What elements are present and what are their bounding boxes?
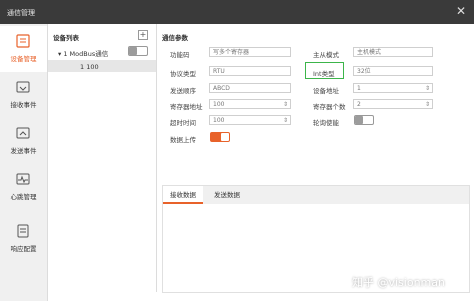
sidebar-item-send-event[interactable]: 发送事件 xyxy=(0,118,47,164)
sidebar-item-response-config[interactable]: 响应配置 xyxy=(0,216,47,262)
sidebar-item-label: 接收事件 xyxy=(10,101,37,109)
field-value: 主机模式 xyxy=(357,49,382,56)
send-event-icon xyxy=(16,127,30,139)
comm-params-panel: 通信参数 功能码 写多个寄存器 协议类型 RTU 发送顺序 ABCD 寄存器地址… xyxy=(157,24,474,184)
title-bar: 通信管理 ✕ xyxy=(0,0,474,24)
tree-item-label: 1 100 xyxy=(80,63,99,71)
polling-enable-toggle[interactable] xyxy=(354,115,374,125)
sidebar: 设备管理 接收事件 发送事件 心跳管理 响应配置 xyxy=(0,24,48,301)
sidebar-item-device-manage[interactable]: 设备管理 xyxy=(0,26,47,72)
close-icon[interactable]: ✕ xyxy=(456,4,466,18)
sidebar-item-label: 响应配置 xyxy=(10,245,37,253)
param-label: 功能码 xyxy=(170,51,190,59)
heartbeat-icon xyxy=(16,173,30,185)
sidebar-item-label: 设备管理 xyxy=(10,55,37,63)
master-slave-mode-field[interactable]: 主机模式 xyxy=(353,47,433,57)
param-label: 寄存器个数 xyxy=(313,103,346,111)
spinner-arrows-icon[interactable]: ⇕ xyxy=(283,116,288,126)
toggle-knob xyxy=(129,47,137,55)
param-label: 数据上传 xyxy=(170,136,196,144)
timeout-spinner[interactable]: 100 ⇕ xyxy=(209,115,291,125)
spinner-arrows-icon[interactable]: ⇕ xyxy=(283,100,288,110)
device-address-spinner[interactable]: 1 ⇕ xyxy=(353,83,433,93)
register-count-spinner[interactable]: 2 ⇕ xyxy=(353,99,433,109)
param-label: 主从模式 xyxy=(313,51,339,59)
param-label: 轮询使能 xyxy=(313,119,339,127)
register-address-spinner[interactable]: 100 ⇕ xyxy=(209,99,291,109)
response-config-icon xyxy=(17,224,29,238)
sidebar-item-label: 心跳管理 xyxy=(10,193,37,201)
function-code-field[interactable]: 写多个寄存器 xyxy=(209,47,291,57)
field-value: 32位 xyxy=(357,68,371,75)
data-upload-toggle[interactable] xyxy=(210,132,230,142)
field-value: 写多个寄存器 xyxy=(213,49,250,56)
modbus-enable-toggle[interactable] xyxy=(128,46,148,56)
tab-send-data[interactable]: 发送数据 xyxy=(207,186,247,204)
receive-event-icon xyxy=(16,81,30,93)
param-label: 协议类型 xyxy=(170,70,196,78)
toggle-knob xyxy=(221,133,229,141)
spinner-arrows-icon[interactable]: ⇕ xyxy=(425,100,430,110)
tab-receive-data[interactable]: 接收数据 xyxy=(163,186,203,204)
watermark: 知乎 @visionman xyxy=(352,276,445,289)
field-value: RTU xyxy=(213,68,225,75)
param-label: 超时时间 xyxy=(170,119,196,127)
param-label: Int类型 xyxy=(313,70,335,78)
field-value: 1 xyxy=(357,85,361,92)
comm-params-title: 通信参数 xyxy=(162,34,188,42)
device-list-title: 设备列表 xyxy=(53,34,79,42)
param-label: 寄存器地址 xyxy=(170,103,203,111)
device-list-panel: 设备列表 + ▾ 1 ModBus通信 1 100 xyxy=(48,24,157,292)
field-value: 2 xyxy=(357,101,361,108)
sidebar-item-label: 发送事件 xyxy=(10,147,37,155)
param-label: 发送顺序 xyxy=(170,87,196,95)
field-value: ABCD xyxy=(213,85,230,92)
device-manage-icon xyxy=(16,34,30,48)
data-tabs: 接收数据 发送数据 xyxy=(163,186,469,204)
tree-item-device-selected[interactable]: 1 100 xyxy=(48,60,156,72)
int-type-field[interactable]: 32位 xyxy=(353,66,433,76)
sidebar-item-heartbeat[interactable]: 心跳管理 xyxy=(0,164,47,210)
send-order-field[interactable]: ABCD xyxy=(209,83,291,93)
field-value: 100 xyxy=(213,117,225,124)
tree-item-modbus[interactable]: ▾ 1 ModBus通信 xyxy=(58,48,108,58)
add-device-button[interactable]: + xyxy=(138,30,148,40)
sidebar-item-receive-event[interactable]: 接收事件 xyxy=(0,72,47,118)
protocol-type-field[interactable]: RTU xyxy=(209,66,291,76)
param-label: 设备地址 xyxy=(313,87,339,95)
spinner-arrows-icon[interactable]: ⇕ xyxy=(425,84,430,94)
field-value: 100 xyxy=(213,101,225,108)
toggle-knob xyxy=(355,116,363,124)
window-title: 通信管理 xyxy=(7,9,35,17)
